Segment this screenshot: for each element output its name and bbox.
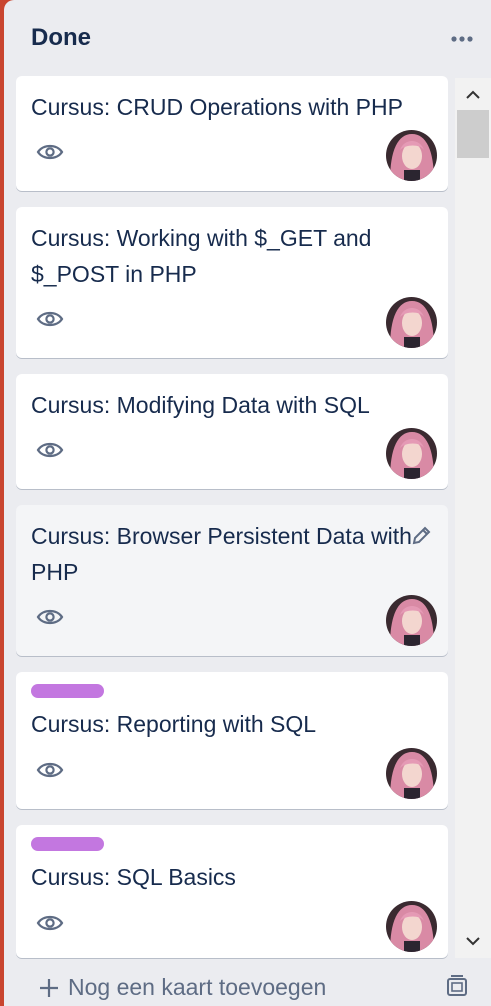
card-title: Cursus: Reporting with SQL xyxy=(31,711,317,737)
avatar[interactable] xyxy=(386,428,437,479)
card-label-purple[interactable] xyxy=(31,837,104,851)
chevron-up-icon xyxy=(466,90,480,99)
eye-icon xyxy=(36,762,64,778)
card-title: Cursus: Browser Persistent Data with PHP xyxy=(31,523,412,585)
card-title: Cursus: Working with $_GET and $_POST in… xyxy=(31,225,372,287)
card-template-icon[interactable] xyxy=(445,974,469,998)
card[interactable]: Cursus: Modifying Data with SQL xyxy=(16,374,448,489)
list-done: Done Cursus: CRUD Operations with PHP Cu… xyxy=(4,0,491,1006)
chevron-down-icon xyxy=(466,937,480,946)
avatar-image xyxy=(386,901,437,952)
card-label-purple[interactable] xyxy=(31,684,104,698)
add-card-label: Nog een kaart toevoegen xyxy=(68,974,327,1000)
scroll-thumb[interactable] xyxy=(457,110,489,158)
avatar[interactable] xyxy=(386,901,437,952)
card-list: Cursus: CRUD Operations with PHP Cursus:… xyxy=(4,0,491,1006)
avatar-image xyxy=(386,595,437,646)
avatar-image xyxy=(386,297,437,348)
avatar-image xyxy=(386,428,437,479)
avatar[interactable] xyxy=(386,297,437,348)
eye-icon xyxy=(36,442,64,458)
card[interactable]: Cursus: Working with $_GET and $_POST in… xyxy=(16,207,448,358)
eye-icon xyxy=(36,311,64,327)
avatar-image xyxy=(386,748,437,799)
eye-icon xyxy=(36,144,64,160)
card-title: Cursus: Modifying Data with SQL xyxy=(31,392,370,418)
card[interactable]: Cursus: CRUD Operations with PHP xyxy=(16,76,448,191)
avatar[interactable] xyxy=(386,595,437,646)
scroll-up-arrow[interactable] xyxy=(455,82,491,108)
list-footer: Nog een kaart toevoegen xyxy=(4,960,491,1006)
avatar-image xyxy=(386,130,437,181)
plus-icon xyxy=(40,978,58,997)
avatar[interactable] xyxy=(386,130,437,181)
pencil-icon[interactable] xyxy=(410,525,432,547)
card-title: Cursus: SQL Basics xyxy=(31,864,236,890)
card[interactable]: Cursus: Browser Persistent Data with PHP xyxy=(16,505,448,656)
add-card-button[interactable]: Nog een kaart toevoegen xyxy=(38,974,326,1001)
card-title: Cursus: CRUD Operations with PHP xyxy=(31,94,403,120)
eye-icon xyxy=(36,609,64,625)
vertical-scrollbar[interactable] xyxy=(455,78,491,958)
card[interactable]: Cursus: SQL Basics xyxy=(16,825,448,958)
avatar[interactable] xyxy=(386,748,437,799)
card[interactable]: Cursus: Reporting with SQL xyxy=(16,672,448,809)
eye-icon xyxy=(36,915,64,931)
scroll-down-arrow[interactable] xyxy=(455,928,491,954)
